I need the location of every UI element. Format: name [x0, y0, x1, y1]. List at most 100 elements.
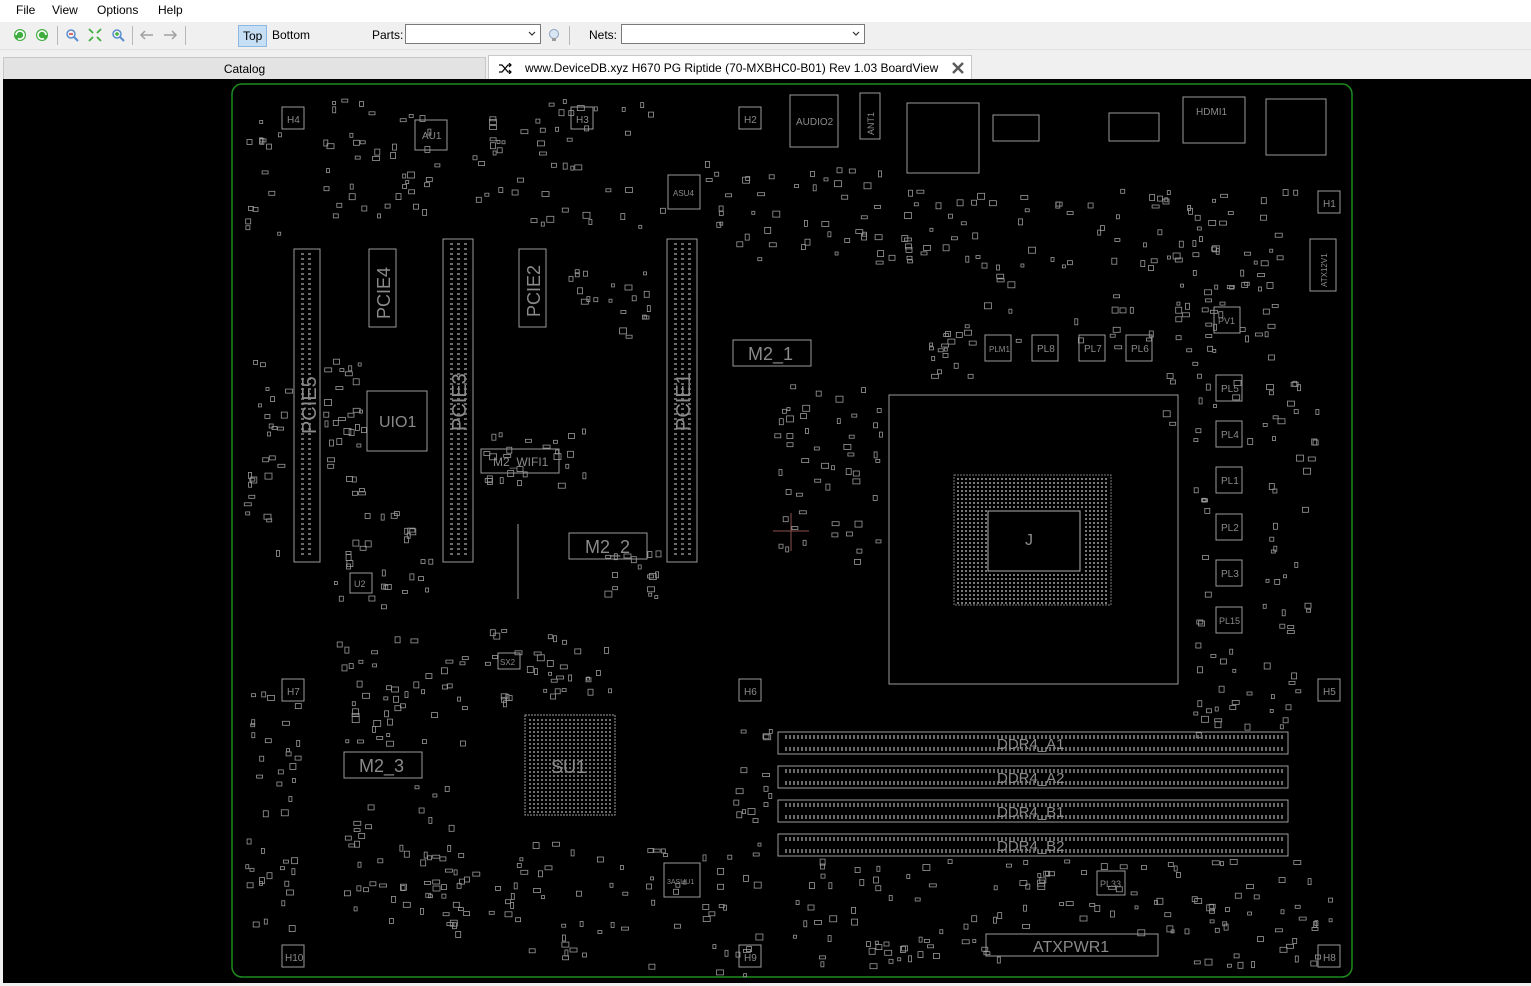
ddr-pin	[1153, 803, 1155, 807]
tab-catalog[interactable]: Catalog	[3, 57, 486, 79]
ddr-pin	[1113, 747, 1115, 751]
ddr-pin	[1101, 815, 1103, 819]
cpu-socket[interactable]	[888, 394, 1179, 685]
cpu-pad	[1105, 546, 1107, 548]
smd-component	[1298, 916, 1307, 921]
zoom-in-icon[interactable]	[110, 27, 126, 43]
smd-component	[280, 809, 289, 817]
smd-component	[1193, 711, 1199, 716]
ddr-pin	[793, 781, 795, 785]
bga-pad	[597, 747, 599, 749]
ps2-usb-connector[interactable]	[1265, 98, 1327, 156]
forward-arrow-icon[interactable]	[162, 27, 178, 43]
back-arrow-icon[interactable]	[139, 27, 155, 43]
ddr-pin	[989, 849, 991, 853]
zoom-fit-icon[interactable]	[87, 27, 103, 43]
cpu-pad	[1085, 582, 1087, 584]
board-viewer[interactable]: PCIE5 PCIE3 PCIE1 PCIE4 PCIE2 UIO1 SU1 M…	[3, 79, 1531, 983]
smd-component	[544, 865, 553, 871]
smd-component	[1195, 642, 1202, 649]
ddr-pin	[821, 735, 823, 739]
ddr-pin	[833, 769, 835, 773]
cpu-pad	[961, 602, 963, 604]
smd-component	[541, 895, 545, 899]
ddr-pin	[985, 849, 987, 853]
usb32-connector[interactable]	[992, 114, 1040, 142]
lan-usb-connector[interactable]	[906, 102, 980, 174]
smd-component	[1265, 578, 1270, 583]
cpu-pad	[961, 598, 963, 600]
bga-pad	[565, 735, 567, 737]
smd-component	[460, 740, 466, 747]
parts-combobox[interactable]	[405, 24, 541, 44]
cpu-pad	[1101, 570, 1103, 572]
bga-pad	[593, 755, 595, 757]
tab-boardview[interactable]: www.DeviceDB.xyz H670 PG Riptide (70-MXB…	[488, 55, 972, 80]
ddr-pin	[1089, 769, 1091, 773]
ddr-pin	[937, 735, 939, 739]
ddr-pin	[861, 747, 863, 751]
smd-component	[1294, 904, 1301, 909]
smd-component	[1129, 306, 1134, 314]
pcie2-label: PCIE2	[524, 265, 544, 317]
top-side-toggle[interactable]: Top	[238, 25, 268, 47]
smd-component	[996, 264, 1000, 271]
smd-component	[821, 462, 829, 469]
pcie-pin	[464, 353, 467, 355]
smd-component	[495, 886, 501, 891]
cpu-die	[987, 510, 1081, 572]
menu-options[interactable]: Options	[93, 3, 142, 17]
pcie-pin	[457, 353, 460, 355]
pcie-pin	[457, 273, 460, 275]
ddr-pin	[957, 747, 959, 751]
pcie-pin	[450, 493, 453, 495]
menu-help[interactable]: Help	[154, 3, 187, 17]
ddr-pin	[1153, 849, 1155, 853]
pcie-pin	[450, 478, 453, 480]
bga-pad	[609, 751, 611, 753]
bga-pad	[545, 803, 547, 805]
ddr-pin	[1133, 769, 1135, 773]
cpu-pad	[981, 562, 983, 564]
h4-label: H4	[287, 115, 300, 126]
zoom-out-icon[interactable]	[64, 27, 80, 43]
usb-connector[interactable]	[1108, 112, 1160, 142]
rotate-left-icon[interactable]	[12, 27, 28, 43]
smd-component	[388, 918, 394, 924]
hdmi1-connector[interactable]	[1182, 96, 1246, 144]
rotate-right-icon[interactable]	[34, 27, 50, 43]
ddr-pin	[853, 769, 855, 773]
bga-pad	[549, 751, 551, 753]
pcie-pin	[301, 508, 304, 510]
lightbulb-icon[interactable]	[546, 27, 562, 43]
cpu-pad	[973, 526, 975, 528]
ddr-pin	[833, 815, 835, 819]
smd-component	[288, 796, 293, 802]
pcie-pin	[681, 318, 684, 320]
bga-pad	[609, 763, 611, 765]
cpu-pad	[1005, 502, 1007, 504]
menu-file[interactable]: File	[12, 3, 39, 17]
ddr-pin	[805, 815, 807, 819]
smd-component	[261, 170, 269, 175]
nets-combobox[interactable]	[621, 24, 865, 44]
ddr-pin	[1261, 781, 1263, 785]
bga-pad	[533, 795, 535, 797]
smd-component	[338, 417, 346, 422]
ddr-pin	[1145, 769, 1147, 773]
cpu-pad	[1081, 602, 1083, 604]
cpu-pad	[993, 594, 995, 596]
pcie-pin	[464, 348, 467, 350]
bottom-side-toggle[interactable]: Bottom	[268, 25, 314, 45]
bga-pad	[589, 735, 591, 737]
pcie-pin	[688, 253, 691, 255]
close-icon[interactable]	[951, 61, 965, 75]
m2-3-label: M2_3	[359, 756, 404, 777]
ddr-pin	[821, 815, 823, 819]
pcie-pin	[681, 268, 684, 270]
pcie-pin	[450, 263, 453, 265]
bga-pad	[573, 735, 575, 737]
cpu-pad	[1057, 494, 1059, 496]
menu-view[interactable]: View	[48, 3, 82, 17]
board-canvas[interactable]: PCIE5 PCIE3 PCIE1 PCIE4 PCIE2 UIO1 SU1 M…	[3, 79, 1531, 983]
